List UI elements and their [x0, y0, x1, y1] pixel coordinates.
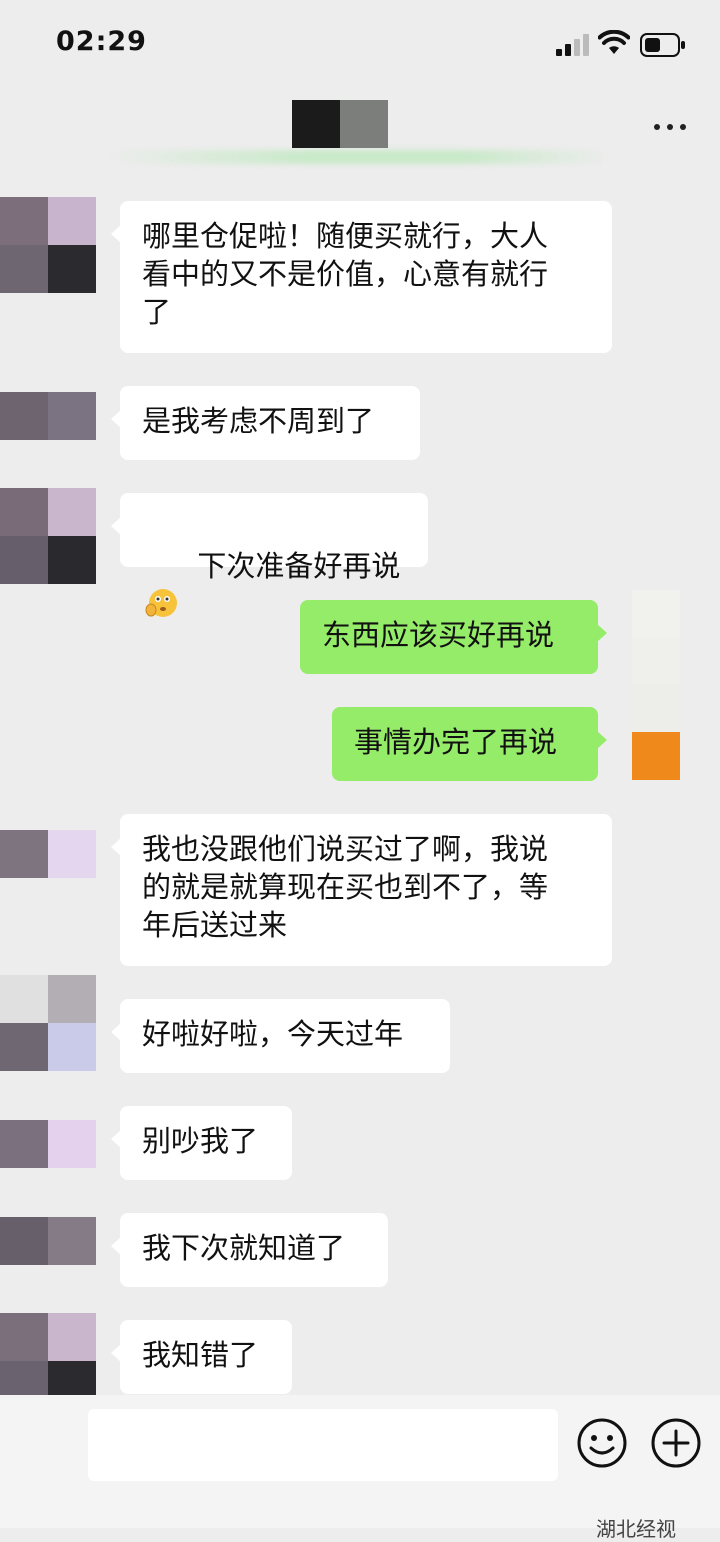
- message-bubble[interactable]: 我下次就知道了: [111, 1213, 388, 1287]
- message-bubble[interactable]: 下次准备好再说: [111, 493, 428, 617]
- chat-title-censored-2: [340, 100, 388, 148]
- avatar[interactable]: [632, 684, 680, 780]
- avatar[interactable]: [0, 1217, 96, 1265]
- input-bar: 湖北经视: [0, 1395, 720, 1541]
- chat-title-censored: [292, 100, 340, 148]
- avatar[interactable]: [0, 392, 96, 440]
- clock-time: 02:29: [56, 26, 147, 57]
- avatar[interactable]: [0, 1120, 96, 1168]
- message-bubble[interactable]: 别吵我了: [111, 1106, 292, 1180]
- header-glow: [110, 150, 610, 164]
- more-options-icon[interactable]: [650, 110, 690, 140]
- message-bubble[interactable]: 事情办完了再说: [332, 707, 607, 781]
- message-bubble[interactable]: 我知错了: [111, 1320, 292, 1394]
- battery-icon: [640, 33, 685, 57]
- plus-circle-icon[interactable]: [650, 1417, 702, 1469]
- message-input[interactable]: [88, 1409, 558, 1481]
- avatar[interactable]: [0, 488, 96, 584]
- avatar[interactable]: [0, 830, 96, 878]
- chat-header: [0, 90, 720, 170]
- message-list[interactable]: 哪里仓促啦！随便买就行，大人 看中的又不是价值，心意有就行 了 是我考虑不周到了…: [0, 170, 720, 1409]
- smiley-icon[interactable]: [576, 1417, 628, 1469]
- cellular-signal-icon: [556, 34, 589, 56]
- avatar[interactable]: [0, 975, 96, 1071]
- message-bubble[interactable]: 哪里仓促啦！随便买就行，大人 看中的又不是价值，心意有就行 了: [111, 201, 612, 353]
- message-bubble[interactable]: 好啦好啦，今天过年: [111, 999, 450, 1073]
- status-bar: 02:29: [0, 0, 720, 90]
- avatar[interactable]: [0, 197, 96, 293]
- face-emoji-icon: [145, 589, 177, 617]
- avatar[interactable]: [632, 590, 680, 686]
- message-text: 下次准备好再说: [197, 549, 401, 583]
- message-bubble[interactable]: 我也没跟他们说买过了啊，我说 的就是就算现在买也到不了，等 年后送过来: [111, 814, 612, 966]
- message-bubble[interactable]: 东西应该买好再说: [300, 600, 607, 674]
- message-bubble[interactable]: 是我考虑不周到了: [111, 386, 420, 460]
- wifi-icon: [598, 30, 630, 54]
